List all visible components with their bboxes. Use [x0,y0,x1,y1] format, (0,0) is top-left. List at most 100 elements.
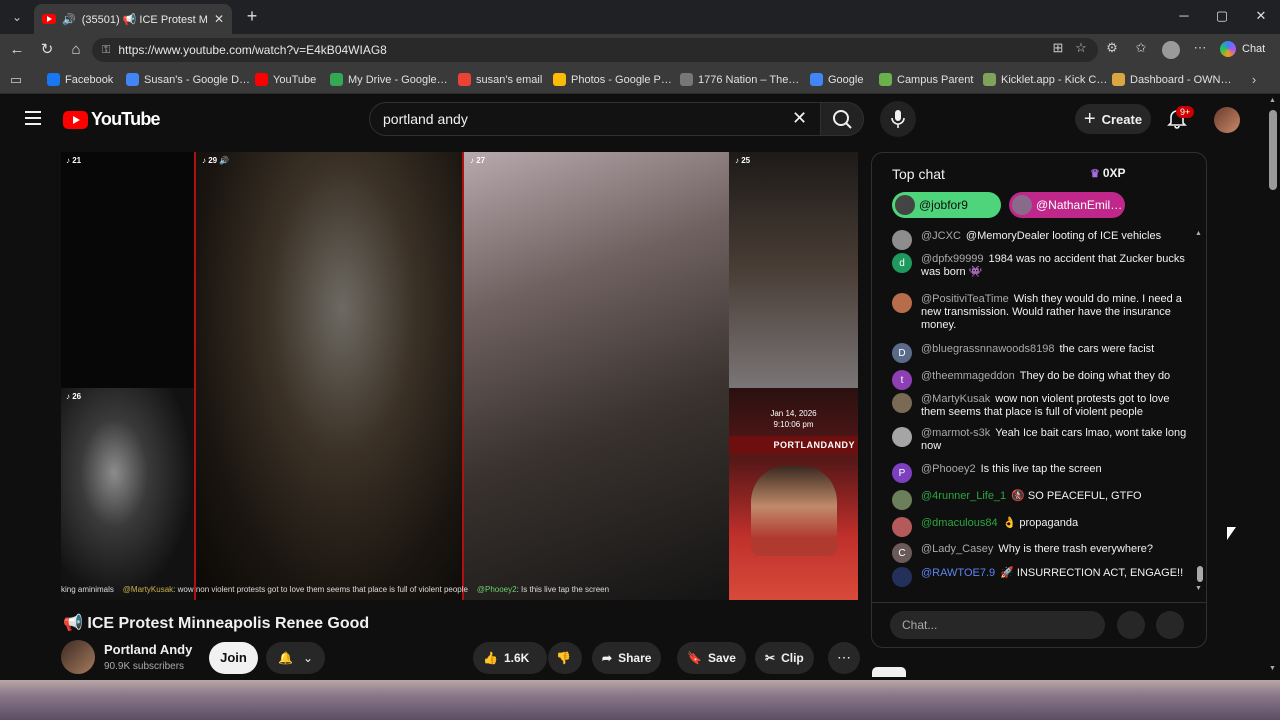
mouse-cursor [1227,527,1236,540]
avatar[interactable]: C [892,543,912,563]
scissors-icon: ✂ [765,651,776,665]
maximize-icon[interactable]: ▢ [1212,8,1232,24]
search-input[interactable]: portland andy [369,102,824,136]
voice-search-button[interactable] [880,101,916,137]
portlandandy-badge: PORTLANDANDY [729,436,858,454]
avatar[interactable] [892,393,912,413]
show-chat-replay-tab[interactable] [872,667,906,677]
copilot-chat-button[interactable]: Chat [1220,41,1265,57]
scrollbar-thumb[interactable] [1269,110,1277,190]
video-panel-4: ♪ 27 [462,152,729,600]
bookmark-google-docs[interactable]: Susan's - Google D… [126,73,250,86]
home-icon[interactable]: ⌂ [66,40,86,60]
emoji-button[interactable] [1117,611,1145,639]
avatar[interactable]: P [892,463,912,483]
app-grid-icon[interactable]: ⊞ [1048,40,1068,56]
copilot-icon [1220,41,1236,57]
bookmark-dashboard[interactable]: Dashboard - OWN… [1112,73,1231,86]
favorite-star-icon[interactable]: ☆ [1071,40,1091,56]
bookmark-google-drive[interactable]: My Drive - Google… [330,73,448,86]
chat-scroll-down-icon[interactable]: ▼ [1195,585,1202,592]
search-button[interactable] [820,102,864,136]
create-button[interactable]: + Create [1075,104,1151,134]
facebook-icon [47,73,60,86]
bookmarks-overflow-chevron-icon[interactable]: › [1244,72,1264,87]
avatar[interactable] [892,517,912,537]
site-icon [680,73,693,86]
channel-avatar[interactable] [61,640,95,674]
chat-scroll-up-icon[interactable]: ▲ [1195,230,1202,237]
xp-indicator[interactable]: ♛ 0XP [1090,166,1126,180]
bookmark-google[interactable]: Google [810,73,863,86]
send-button[interactable] [1156,611,1184,639]
chat-header[interactable]: Top chat [892,166,945,182]
hamburger-menu-icon[interactable] [25,111,41,125]
video-player[interactable]: ♪ 21 ♪ 26 ♪ 29 🔊 ♪ 27 ♪ 25 Jan 14, 2026 … [61,152,858,600]
tiktok-counter: ♪ 26 [66,392,82,401]
bookmark-youtube[interactable]: YouTube [255,73,316,86]
avatar[interactable]: t [892,370,912,390]
youtube-page: YouTube portland andy ✕ + Create 9+ ♪ 21… [0,95,1266,680]
chat-message: @JCXC @MemoryDealer looting of ICE vehicl… [892,230,1192,250]
extensions-icon[interactable]: ⚙ [1102,40,1122,56]
tiktok-counter: ♪ 29 🔊 [202,156,230,165]
chat-message: @4runner_Life_1 🚷 SO PEACEFUL, GTFO [892,490,1192,510]
chat-message: d @dpfx99999 1984 was no accident that Zu… [892,253,1192,279]
profile-avatar[interactable] [1162,41,1180,59]
avatar[interactable]: d [892,253,912,273]
bookmark-email[interactable]: susan's email [458,73,542,86]
campus-parent-icon [879,73,892,86]
live-chat: Top chat ♛ 0XP @jobfor9 @NathanEmil… @JC… [871,152,1207,648]
favorites-icon[interactable]: ✩ [1131,40,1151,56]
avatar[interactable] [892,567,912,587]
bookmark-campus-parent[interactable]: Campus Parent [879,73,973,86]
notification-count-badge: 9+ [1176,106,1195,118]
join-button[interactable]: Join [209,642,258,674]
bookmark-1776-nation[interactable]: 1776 Nation – The… [680,73,799,86]
bookmark-kicklet[interactable]: Kicklet.app - Kick C… [983,73,1107,86]
window-close-icon[interactable]: ✕ [1251,8,1271,24]
chat-message: @PositiviTeaTime Wish they would do mine.… [892,293,1192,332]
tab-close-icon[interactable]: ✕ [214,12,224,26]
chat-ticker-chip[interactable]: @jobfor9 [892,192,1001,218]
site-info-icon[interactable]: ⚿ [102,44,110,57]
clip-button[interactable]: ✂ Clip [755,642,814,674]
back-icon[interactable]: ← [7,40,27,60]
minimize-icon[interactable]: ─ [1174,8,1194,23]
tab-active[interactable]: 🔊 (35501) 📢 ICE Protest Minne… ✕ [34,4,232,34]
bookmark-google-photos[interactable]: Photos - Google P… [553,73,672,86]
avatar[interactable] [892,427,912,447]
user-avatar[interactable] [1214,107,1240,133]
new-tab-icon[interactable]: + [242,6,262,27]
speaker-icon[interactable]: 🔊 [62,13,76,26]
youtube-icon [255,73,268,86]
like-button[interactable]: 👍 1.6K [473,642,547,674]
tab-list-chevron-icon[interactable]: ⌄ [6,7,28,27]
channel-name[interactable]: Portland Andy [104,642,192,657]
save-button[interactable]: 🔖 Save [677,642,746,674]
chat-scrollbar[interactable] [1197,566,1203,582]
thumbs-up-icon: 👍 [483,651,498,665]
avatar[interactable] [892,490,912,510]
clear-search-icon[interactable]: ✕ [792,108,807,128]
page-scrollbar[interactable]: ▲ ▼ [1266,95,1280,680]
scroll-up-icon[interactable]: ▲ [1269,97,1276,104]
more-actions-icon[interactable]: ⋯ [828,642,860,674]
subscription-bell-button[interactable]: 🔔 ⌄ [266,642,325,674]
reload-icon[interactable]: ↻ [37,40,57,60]
youtube-logo[interactable]: YouTube [63,109,161,130]
avatar[interactable] [892,293,912,313]
dislike-button[interactable]: 👎 [548,642,582,674]
chat-ticker-chip[interactable]: @NathanEmil… [1009,192,1125,218]
bookmark-icon: 🔖 [687,651,702,665]
chat-input[interactable]: Chat... [890,611,1105,639]
microphone-icon [891,110,905,128]
share-button[interactable]: ➦ Share [592,642,662,674]
bookmark-facebook[interactable]: Facebook [47,73,113,86]
avatar[interactable] [892,230,912,250]
reading-view-icon[interactable]: ▭ [6,72,26,88]
scroll-down-icon[interactable]: ▼ [1269,665,1276,672]
url-field[interactable]: ⚿ https://www.youtube.com/watch?v=E4kB04… [92,38,1098,62]
settings-more-icon[interactable]: ⋯ [1190,40,1210,56]
avatar[interactable]: D [892,343,912,363]
